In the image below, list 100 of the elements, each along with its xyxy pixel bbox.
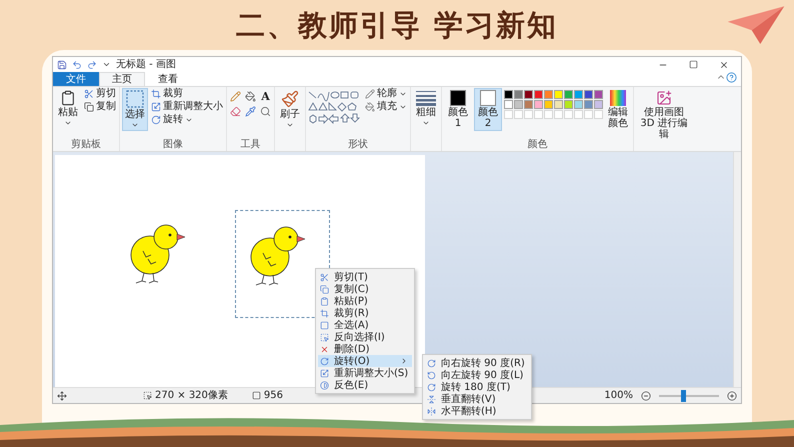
slide-title: 二、教师引导 学习新知 (236, 7, 558, 44)
fill-button[interactable]: 填充 (364, 101, 408, 113)
close-icon (719, 60, 729, 70)
palette-swatch[interactable] (534, 100, 543, 109)
palette-swatch[interactable] (514, 90, 523, 99)
image-size-icon (252, 391, 261, 400)
outline-icon (365, 89, 375, 99)
paint-3d-button[interactable]: 使用画图 3D 进行编辑 (636, 88, 692, 142)
context-menu-item[interactable]: 剪切(T) (318, 271, 412, 283)
crop-button[interactable]: 裁剪 (150, 88, 224, 100)
brush-icon (281, 90, 299, 108)
palette-swatch[interactable] (584, 90, 593, 99)
group-label: 工具 (240, 139, 262, 151)
context-menu-item[interactable]: 删除(D) (318, 343, 412, 355)
palette-swatch[interactable] (544, 90, 553, 99)
flip-vertical-icon (427, 394, 436, 404)
zoom-text: 100% (604, 390, 633, 402)
crop-icon (151, 89, 161, 99)
move-icon (57, 390, 67, 400)
delete-icon (320, 344, 329, 354)
palette-swatch[interactable] (534, 90, 543, 99)
thickness-button[interactable]: 粗细 (413, 88, 439, 129)
group-label: 剪贴板 (70, 139, 102, 151)
paint-bucket-icon (245, 91, 256, 102)
scissors-icon (320, 272, 329, 282)
palette-swatch[interactable] (594, 90, 603, 99)
group-label: 图像 (162, 139, 184, 151)
save-icon (57, 60, 67, 70)
scissors-icon (84, 89, 94, 99)
palette-swatch[interactable] (554, 100, 563, 109)
pipette-icon (245, 106, 256, 117)
outline-button[interactable]: 轮廓 (364, 88, 408, 100)
context-menu-item[interactable]: 裁剪(R) (318, 307, 412, 319)
cut-button[interactable]: 剪切 (83, 88, 117, 100)
zoom-slider-thumb[interactable] (681, 390, 686, 402)
submenu-item[interactable]: 旋转 180 度(T) (425, 381, 529, 393)
context-menu-item[interactable]: 粘贴(P) (318, 295, 412, 307)
magnifier-tool[interactable] (259, 105, 272, 118)
select-button[interactable]: 选择 (122, 88, 148, 131)
group-label: 颜色 (526, 139, 548, 151)
square-icon (320, 320, 329, 330)
color-slot-button[interactable]: 颜色 1 (444, 88, 472, 131)
ribbon-tab[interactable]: 主页 (99, 72, 145, 86)
copy-button[interactable]: 复制 (83, 101, 117, 113)
palette-swatch[interactable] (504, 100, 513, 109)
copy-icon (84, 102, 94, 112)
submenu-item[interactable]: 向左旋转 90 度(L) (425, 369, 529, 381)
undo-icon (72, 60, 82, 70)
rotate-icon (320, 356, 329, 366)
context-menu-item[interactable]: 反向选择(I) (318, 331, 412, 343)
submenu-item[interactable]: 向右旋转 90 度(R) (425, 357, 529, 369)
help-icon (726, 72, 737, 83)
palette-swatch[interactable] (564, 100, 573, 109)
group-label: 形状 (347, 139, 369, 151)
eraser-tool[interactable] (229, 105, 242, 118)
file-menu-button[interactable]: 文件 (53, 72, 99, 86)
context-menu-item[interactable]: 全选(A) (318, 319, 412, 331)
resize-button[interactable]: 重新调整大小 (150, 101, 224, 113)
fill-icon (365, 102, 375, 112)
brush-button[interactable]: 刷子 (277, 88, 303, 131)
vertical-scrollbar[interactable] (733, 152, 741, 387)
caret-icon (185, 116, 193, 124)
context-menu-item[interactable]: 重新调整大小(S) (318, 367, 412, 379)
palette-swatch[interactable] (514, 100, 523, 109)
shapes-gallery-drawing[interactable] (308, 90, 362, 124)
palette-swatch[interactable] (574, 100, 583, 109)
palette-swatch[interactable] (584, 100, 593, 109)
palette-swatch[interactable] (564, 90, 573, 99)
select-icon (126, 90, 144, 108)
palette-swatch[interactable] (554, 90, 563, 99)
rotate-button[interactable]: 旋转 (150, 114, 224, 126)
text-tool[interactable]: A (259, 90, 272, 103)
selection-size-text: 270 × 320像素 (143, 390, 228, 402)
color-picker-tool[interactable] (244, 105, 257, 118)
palette-swatch[interactable] (524, 100, 533, 109)
pencil-icon (230, 91, 241, 102)
crop-icon (320, 308, 329, 318)
color-slot-button[interactable]: 颜色 2 (474, 88, 502, 131)
caret-icon (286, 121, 294, 129)
fill-tool[interactable] (244, 90, 257, 103)
zoom-out-icon (641, 390, 651, 400)
rotate-right-icon (427, 358, 436, 368)
maximize-icon (689, 60, 698, 69)
palette-swatch[interactable] (504, 90, 513, 99)
context-menu-item[interactable]: 复制(C) (318, 283, 412, 295)
submenu-item[interactable]: 水平翻转(H) (425, 405, 529, 417)
edit-colors-button[interactable]: 编辑颜色 (605, 88, 631, 131)
pencil-tool[interactable] (229, 90, 242, 103)
submenu-item[interactable]: 垂直翻转(V) (425, 393, 529, 405)
paste-button[interactable]: 粘贴 (55, 88, 81, 129)
palette-swatch[interactable] (524, 90, 533, 99)
context-menu-item[interactable]: 旋转(O) (318, 355, 412, 367)
rotate-icon (151, 115, 161, 125)
clipboard-icon (320, 296, 329, 306)
palette-swatch[interactable] (574, 90, 583, 99)
chick-drawing (130, 224, 186, 284)
palette-swatch[interactable] (594, 100, 603, 109)
window-title: 无标题 - 画图 (116, 58, 177, 70)
context-menu-item[interactable]: 反色(E) (318, 379, 412, 391)
palette-swatch[interactable] (544, 100, 553, 109)
